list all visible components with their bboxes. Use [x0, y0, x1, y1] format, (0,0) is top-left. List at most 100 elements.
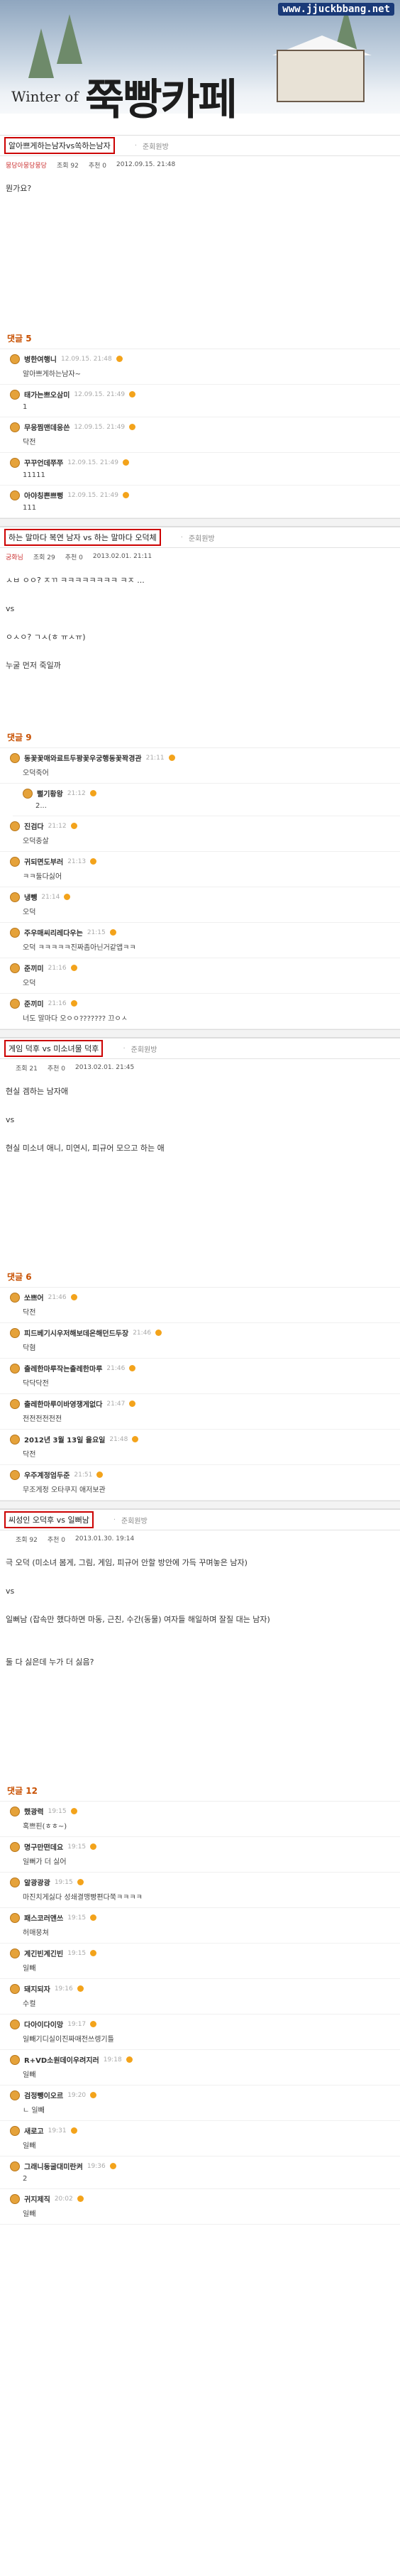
reply-icon[interactable]: [77, 1985, 84, 1992]
post-separator: [0, 1029, 400, 1038]
reply-icon[interactable]: [109, 929, 116, 936]
comment-author[interactable]: 돼지되자: [24, 1983, 50, 1994]
reply-icon[interactable]: [90, 1843, 97, 1850]
reply-icon[interactable]: [77, 2196, 84, 2202]
comment-author[interactable]: 준끼미: [24, 998, 44, 1009]
comment-date: 21:14: [41, 893, 60, 901]
reply-icon[interactable]: [129, 424, 136, 430]
reply-icon[interactable]: [90, 858, 97, 865]
comment-author[interactable]: 무응찜맨데응쓴: [24, 422, 70, 432]
reply-icon[interactable]: [70, 1000, 77, 1007]
avatar-icon: [10, 1469, 20, 1480]
reply-icon[interactable]: [70, 1808, 77, 1814]
comment-author[interactable]: 했광력: [24, 1806, 44, 1816]
reply-icon[interactable]: [70, 965, 77, 971]
reply-icon[interactable]: [90, 1950, 97, 1956]
post-title[interactable]: 게임 덕후 vs 미소녀물 덕후: [4, 1040, 104, 1057]
comment-item: 우주계정엄두준 21:51 무조게정 오타쿠지 애저보관: [0, 1465, 400, 1501]
comment-author[interactable]: 알광광광: [24, 1877, 50, 1887]
comment-author[interactable]: 귀지제직: [24, 2193, 50, 2204]
post-title[interactable]: 하는 말마다 복연 남자 vs 하는 말마다 오덕체: [4, 529, 161, 546]
comment-author[interactable]: 2012년 3월 13일 율요일: [24, 1434, 105, 1445]
reply-icon[interactable]: [168, 755, 175, 761]
comment-author[interactable]: 주우매씨리레다우는: [24, 927, 83, 938]
comment-author[interactable]: 그래니동굴대미란켜: [24, 2161, 83, 2171]
avatar-icon: [23, 788, 33, 799]
reply-icon[interactable]: [116, 356, 123, 362]
reply-icon[interactable]: [109, 2163, 116, 2169]
reply-icon[interactable]: [89, 790, 96, 796]
comment-author[interactable]: R+VD소원데이우려지러: [24, 2054, 99, 2065]
board-name[interactable]: 준회원방: [143, 141, 169, 151]
reply-icon[interactable]: [129, 1365, 136, 1371]
board-name[interactable]: 준회원방: [189, 532, 215, 543]
reply-icon[interactable]: [70, 2127, 77, 2134]
comment-author[interactable]: 명구만떤데요: [24, 1841, 63, 1852]
post-title[interactable]: 알아쁘게하는남자vs쏙하는남자: [4, 137, 115, 154]
board-name[interactable]: 준회원방: [131, 1043, 157, 1054]
reply-icon[interactable]: [96, 1471, 104, 1478]
avatar-icon: [10, 1434, 20, 1445]
reply-icon[interactable]: [90, 2092, 97, 2098]
reply-icon[interactable]: [129, 391, 136, 398]
reply-icon[interactable]: [132, 1436, 139, 1442]
comment-author[interactable]: 꾸꾸언데쭈쭈: [24, 457, 63, 468]
comment-list: 쏘쁘어 21:46 닥전 피드베기시우저해보데온해던드두장 21:46 닥혐 출레한마루…: [0, 1288, 400, 1501]
reply-icon[interactable]: [70, 823, 77, 829]
comment-date: 12.09.15. 21:48: [61, 355, 112, 363]
comment-author[interactable]: 우주계정엄두준: [24, 1469, 70, 1480]
reply-icon[interactable]: [122, 492, 129, 498]
post: 씨성인 오덕후 vs 일뻐남 · 준회원방 조회 92 추천 0 2013.01…: [0, 1509, 400, 2225]
comment-author[interactable]: 귀되면도부러: [24, 856, 63, 867]
tree-icon: [57, 14, 82, 64]
reply-icon[interactable]: [90, 1914, 97, 1921]
reply-icon[interactable]: [77, 1879, 84, 1885]
comment-author[interactable]: 동꽃꽃매와료트두꽝꽃우궁행동꽃꽉경관: [24, 752, 142, 763]
comment-author[interactable]: 새로고: [24, 2125, 44, 2136]
comment-author[interactable]: 태가는쁘오삼미: [24, 389, 70, 400]
reply-icon[interactable]: [155, 1330, 162, 1336]
reply-icon[interactable]: [70, 1294, 77, 1300]
avatar-icon: [10, 2090, 20, 2100]
reply-icon[interactable]: [126, 2056, 133, 2063]
comment-author[interactable]: 피드베기시우저해보데온해던드두장: [24, 1327, 128, 1338]
comment-date: 12.09.15. 21:49: [67, 491, 118, 499]
board-name[interactable]: 준회원방: [121, 1515, 148, 1525]
comment-author[interactable]: 진검다: [24, 821, 44, 831]
comment-item: 냉뺑 21:14 오덕: [0, 887, 400, 923]
comment-item: 준끼미 21:16 오덕: [0, 958, 400, 994]
avatar-icon: [10, 892, 20, 902]
comment-item: 알광광광 19:15 마진치게싫다 성쇄결맹빵편다쭉ㅋㅋㅋㅋ: [0, 1873, 400, 1908]
comment-author[interactable]: 계긴빈계긴빈: [24, 1948, 63, 1958]
comment-author[interactable]: 냉뺑: [24, 892, 37, 902]
comment-author[interactable]: 쏘쁘어: [24, 1292, 44, 1303]
post-writer[interactable]: 뭉당아뭉당뭉당: [6, 160, 47, 170]
comments-count: 댓글 6: [0, 1264, 400, 1288]
post-title[interactable]: 씨성인 오덕후 vs 일뻐남: [4, 1511, 94, 1528]
comment-item: 꾸꾸언데쭈쭈 12.09.15. 21:49 11111: [0, 453, 400, 486]
comment-author[interactable]: 병한여행니: [24, 353, 57, 364]
comment-date: 12.09.15. 21:49: [74, 423, 126, 431]
reply-icon[interactable]: [122, 459, 129, 466]
reply-icon[interactable]: [64, 894, 71, 900]
reply-icon[interactable]: [129, 1401, 136, 1407]
comment-list: 동꽃꽃매와료트두꽝꽃우궁행동꽃꽉경관 21:11 오덕죽어 뻘기황왕 21:12 2..…: [0, 748, 400, 1029]
post-writer[interactable]: 궁화님: [6, 552, 23, 561]
comment-item: 피드베기시우저해보데온해던드두장 21:46 닥혐: [0, 1323, 400, 1359]
comment-author[interactable]: 뻘기황왕: [37, 788, 63, 799]
post-date: 2013.02.01. 21:11: [92, 553, 152, 560]
avatar-icon: [10, 752, 20, 763]
comment-author[interactable]: 다아이다이망: [24, 2019, 63, 2029]
avatar-icon: [10, 490, 20, 500]
comment-text: 2: [23, 2175, 28, 2183]
comment-author[interactable]: 검정뺑이오르: [24, 2090, 63, 2100]
comment-author[interactable]: 아야칭쁜쁘뻥: [24, 490, 63, 500]
avatar-icon: [10, 821, 20, 831]
comment-author[interactable]: 출레한마루작는출레한마루: [24, 1363, 102, 1374]
comment-author[interactable]: 출레한마루이바영쟁게없다: [24, 1398, 102, 1409]
reply-icon[interactable]: [90, 2021, 97, 2027]
comment-author[interactable]: 패스코러앤쓰: [24, 1912, 63, 1923]
comment-author[interactable]: 준끼미: [24, 963, 44, 973]
avatar-icon: [10, 1806, 20, 1816]
comment-item: 검정뺑이오르 19:20 ㄴ 일빼: [0, 2086, 400, 2121]
